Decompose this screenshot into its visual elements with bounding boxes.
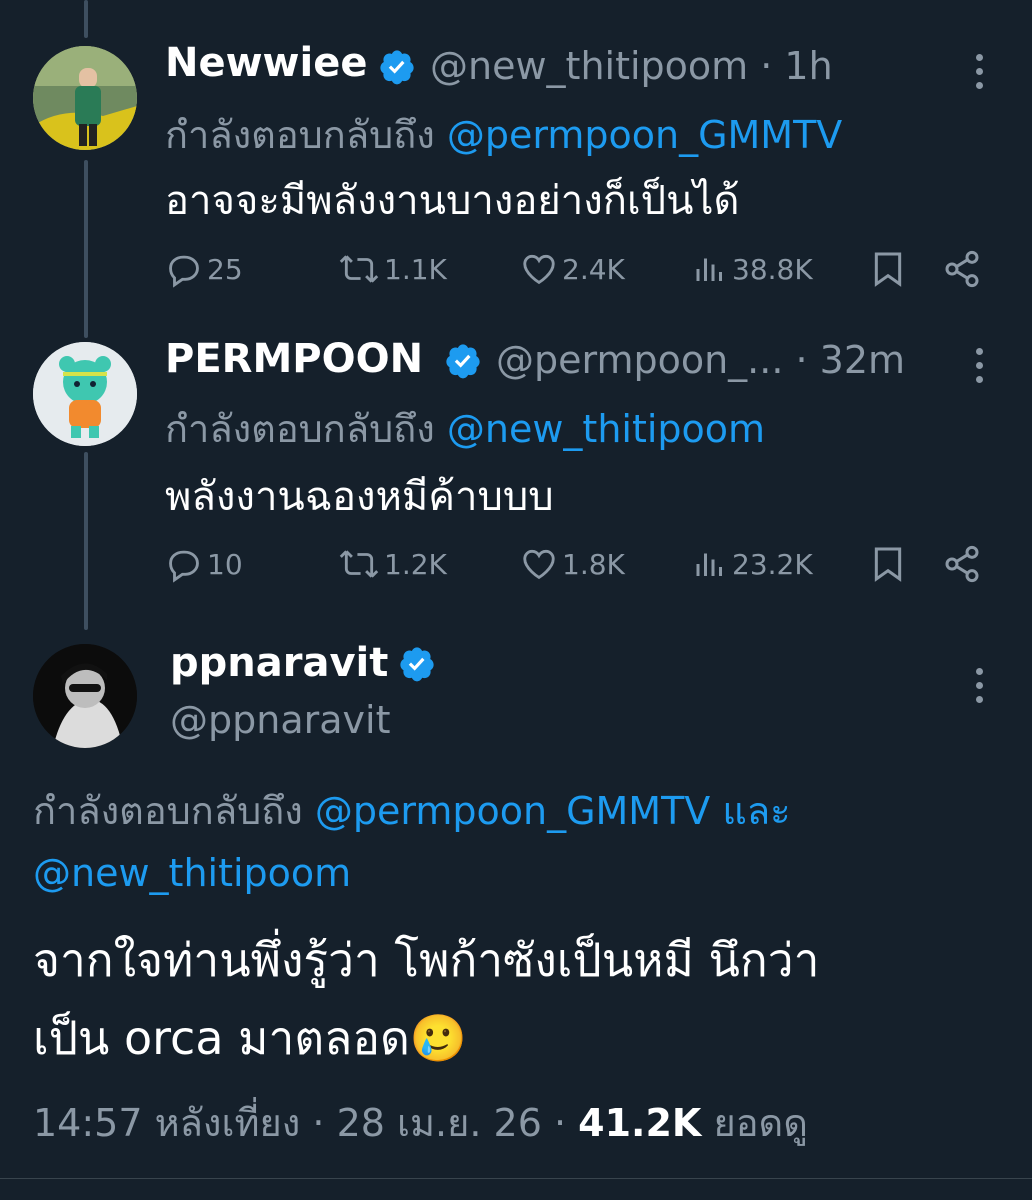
avatar[interactable] [33, 46, 137, 150]
verified-badge-icon [400, 647, 434, 682]
reply-action[interactable]: 10 [165, 545, 243, 583]
tweet-text-line-2-text: เป็น orca มาตลอด [33, 1011, 410, 1065]
divider [0, 1178, 1032, 1179]
author-handle[interactable]: @ppnaravit [170, 698, 390, 742]
retweet-count: 1.1K [384, 252, 447, 286]
retweet-action[interactable]: 1.1K [338, 250, 447, 288]
reply-prefix: กำลังตอบกลับถึง [165, 113, 435, 157]
tweet-text-line-2: เป็น orca มาตลอด🥲 [33, 1002, 467, 1075]
reply-prefix: กำลังตอบกลับถึง [33, 789, 303, 833]
author-handle-time[interactable]: @new_thitipoom · 1h [430, 44, 833, 88]
like-count: 1.8K [562, 547, 625, 581]
like-action[interactable]: 1.8K [520, 545, 625, 583]
share-icon[interactable] [942, 248, 982, 290]
tweet-text-line-1: จากใจท่านพึ่งรู้ว่า โพก้าซังเป็นหมี นึกว… [33, 933, 820, 987]
verified-badge-icon [446, 344, 480, 379]
tweet-text: พลังงานฉองหมีค้าบบบ [165, 474, 554, 520]
author-name[interactable]: PERMPOON [165, 336, 423, 382]
reply-action[interactable]: 25 [165, 250, 243, 288]
views-count: 23.2K [732, 547, 813, 581]
reply-icon [169, 255, 199, 288]
more-options-icon[interactable] [973, 668, 985, 710]
author-handle-time[interactable]: @permpoon_... · 32m [496, 338, 905, 382]
retweet-count: 1.2K [384, 547, 447, 581]
tweet-meta: 14:57 หลังเที่ยง · 28 เม.ย. 26 · 41.2K ย… [33, 1092, 808, 1153]
share-icon[interactable] [942, 543, 982, 585]
thread-line-2 [84, 452, 88, 630]
views-action[interactable]: 23.2K [692, 545, 813, 583]
reply-mention[interactable]: @permpoon_GMMTV [315, 789, 710, 833]
thread-line-1 [84, 160, 88, 338]
avatar[interactable] [33, 342, 137, 446]
avatar[interactable] [33, 644, 137, 748]
smiling-tear-emoji-icon: 🥲 [409, 1011, 468, 1065]
retweet-action[interactable]: 1.2K [338, 545, 447, 583]
like-count: 2.4K [562, 252, 625, 286]
reply-count: 25 [207, 252, 243, 286]
reply-mention[interactable]: @new_thitipoom [447, 407, 765, 451]
reply-mention[interactable]: @new_thitipoom [33, 851, 351, 895]
more-options-icon[interactable] [973, 348, 985, 390]
verified-badge-icon [380, 50, 414, 85]
more-options-icon[interactable] [973, 54, 985, 96]
reply-mention[interactable]: @permpoon_GMMTV [447, 113, 842, 157]
views-count: 38.8K [732, 252, 813, 286]
reply-icon [169, 550, 199, 583]
reply-and: และ [722, 789, 791, 833]
like-action[interactable]: 2.4K [520, 250, 625, 288]
tweet-text: อาจจะมีพลังงานบางอย่างก็เป็นได้ [165, 178, 740, 224]
reply-context: กำลังตอบกลับถึง @new_thitipoom [165, 398, 765, 459]
retweet-icon [339, 255, 379, 283]
heart-icon [523, 254, 555, 285]
views-label: ยอดดู [713, 1101, 808, 1145]
heart-icon [523, 549, 555, 580]
reply-context: กำลังตอบกลับถึง @permpoon_GMMTV [165, 104, 842, 165]
reply-context: กำลังตอบกลับถึง @permpoon_GMMTV และ @new… [33, 780, 993, 904]
tweet-timestamp[interactable]: 14:57 หลังเที่ยง · 28 เม.ย. 26 · [33, 1101, 566, 1145]
views-chart-icon [696, 258, 722, 281]
author-name[interactable]: ppnaravit [170, 640, 388, 686]
author-name[interactable]: Newwiee [165, 40, 367, 86]
views-count: 41.2K [578, 1101, 702, 1145]
bookmark-icon[interactable] [868, 248, 908, 290]
reply-prefix: กำลังตอบกลับถึง [165, 407, 435, 451]
views-chart-icon [696, 553, 722, 576]
bookmark-icon[interactable] [868, 543, 908, 585]
views-action[interactable]: 38.8K [692, 250, 813, 288]
reply-count: 10 [207, 547, 243, 581]
retweet-icon [339, 550, 379, 578]
thread-line-top [84, 0, 88, 38]
